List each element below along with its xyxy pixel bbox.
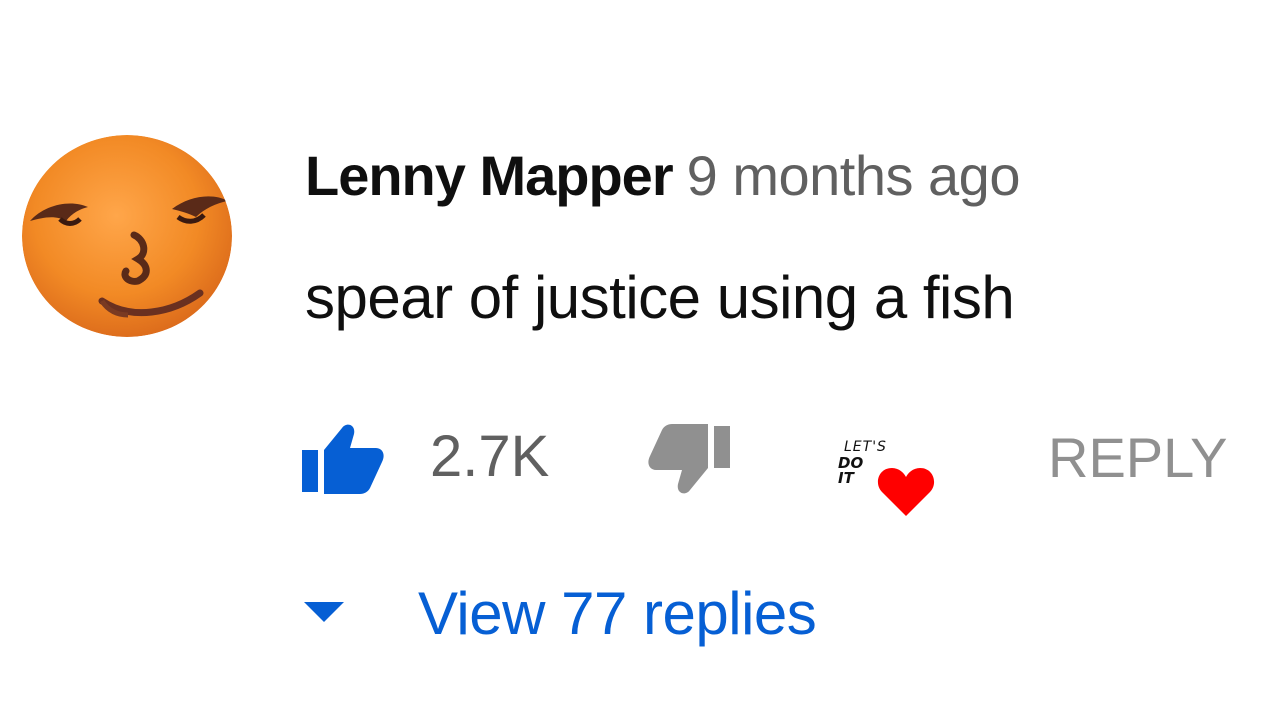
creator-badge-line1: LET'S (844, 439, 887, 455)
author-name[interactable]: Lenny Mapper (305, 144, 674, 207)
orange-face-icon (22, 135, 232, 337)
reply-button[interactable]: REPLY (1048, 430, 1227, 486)
comment-timestamp[interactable]: 9 months ago (687, 144, 1021, 207)
thumbs-up-icon (302, 424, 384, 494)
comment-text: spear of justice using a fish (305, 264, 1015, 331)
creator-heart[interactable]: LET'S DO IT (838, 436, 938, 520)
heart-icon (877, 468, 935, 516)
comment-thread: Lenny Mapper 9 months ago spear of justic… (0, 0, 1280, 720)
view-replies-label: View 77 replies (418, 580, 817, 647)
thumbs-down-icon (648, 424, 730, 494)
creator-badge-line2: DO IT (838, 454, 864, 487)
dislike-button[interactable] (648, 424, 730, 498)
like-button[interactable] (302, 420, 384, 494)
author-avatar[interactable] (22, 135, 232, 337)
comment-header: Lenny Mapper 9 months ago (305, 148, 1020, 204)
caret-down-icon (304, 602, 344, 622)
like-count: 2.7K (430, 424, 550, 489)
